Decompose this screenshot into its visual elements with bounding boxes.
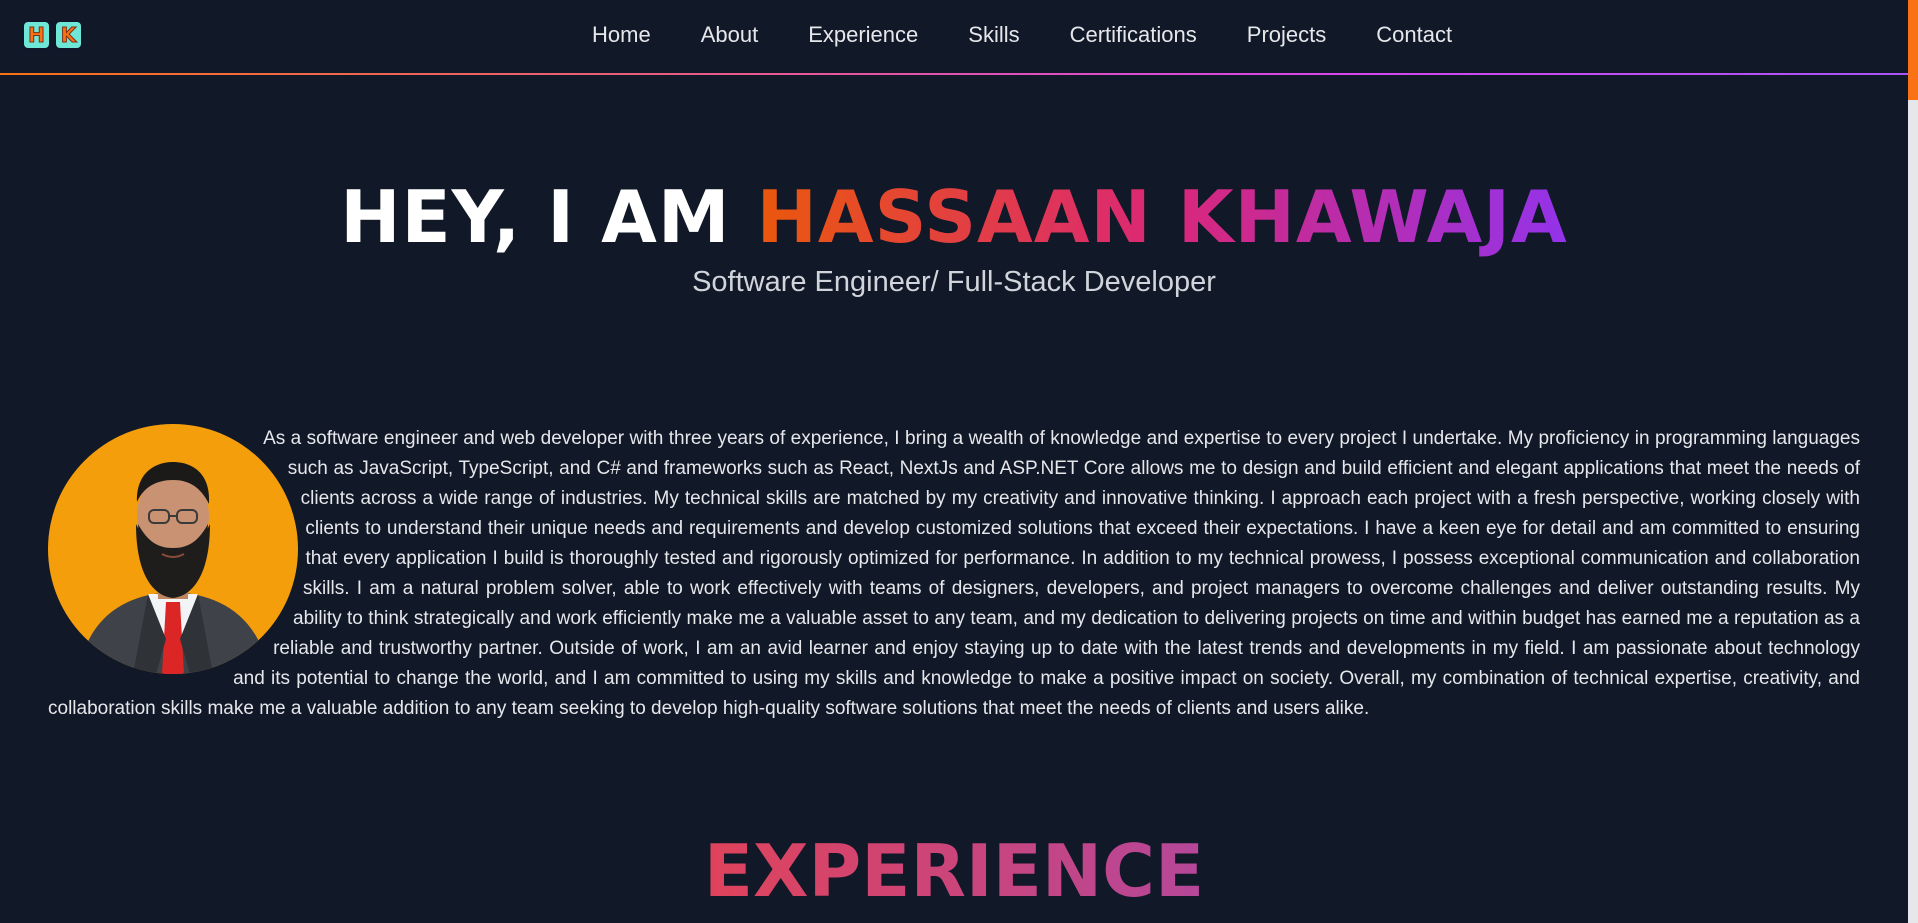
experience-heading: EXPERIENCE (704, 826, 1204, 916)
experience-heading-wrap: EXPERIENCE (0, 826, 1908, 916)
navbar: H K Home About Experience Skills Certifi… (0, 0, 1908, 73)
nav-link-about[interactable]: About (701, 20, 759, 50)
nav-link-certifications[interactable]: Certifications (1070, 20, 1197, 50)
about-paragraph: As a software engineer and web developer… (48, 428, 1860, 719)
navbar-gradient-divider (0, 73, 1908, 75)
nav-link-home[interactable]: Home (592, 20, 651, 50)
profile-illustration (78, 462, 270, 674)
portfolio-page: H K Home About Experience Skills Certifi… (0, 0, 1918, 923)
hero-greeting: HEY, I AM (340, 175, 757, 259)
scrollbar-thumb[interactable] (1908, 0, 1918, 100)
hero-name: HASSAAN KHAWAJA (756, 175, 1568, 259)
nav-link-experience[interactable]: Experience (808, 20, 918, 50)
logo[interactable]: H K (22, 20, 83, 50)
profile-photo (48, 424, 298, 674)
nav-link-skills[interactable]: Skills (968, 20, 1019, 50)
nav-link-contact[interactable]: Contact (1376, 20, 1452, 50)
hero-subtitle: Software Engineer/ Full-Stack Developer (692, 266, 1216, 298)
page-scrollbar[interactable] (1908, 0, 1918, 923)
logo-letter-k: K (54, 20, 83, 50)
logo-letter-h: H (22, 20, 51, 50)
about-section: As a software engineer and web developer… (48, 424, 1860, 724)
nav-link-projects[interactable]: Projects (1247, 20, 1326, 50)
hero-title: HEY, I AM HASSAAN KHAWAJA (0, 172, 1908, 262)
nav-links: Home About Experience Skills Certificati… (592, 20, 1452, 50)
